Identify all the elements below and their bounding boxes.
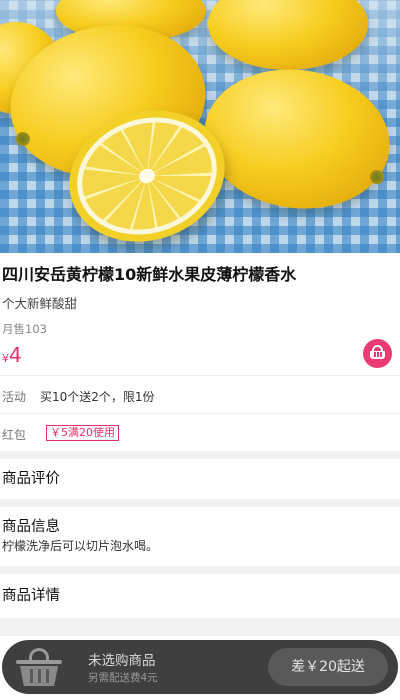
checkout-button[interactable]: 差￥20起送 [268,648,388,686]
basket-icon[interactable] [8,644,70,692]
reviews-section[interactable]: 商品评价 [0,459,400,499]
coupon-badge[interactable]: ￥5满20使用 [46,425,119,441]
info-section: 商品信息 柠檬洗净后可以切片泡水喝。 [0,507,400,566]
details-title: 商品详情 [2,588,60,604]
activity-text: 买10个送2个，限1份 [40,390,155,404]
redpacket-label: 红包 [2,428,27,442]
reviews-title: 商品评价 [2,471,60,487]
activity-label: 活动 [2,390,27,404]
product-subtitle: 个大新鲜酸甜 [2,296,78,311]
cart-bar[interactable]: 未选购商品 另需配送费4元 差￥20起送 [2,640,398,694]
monthly-sales: 月售103 [2,322,47,336]
product-price: ¥4 [2,343,22,367]
delivery-fee: 另需配送费4元 [88,672,158,684]
info-text: 柠檬洗净后可以切片泡水喝。 [2,539,159,553]
product-title: 四川安岳黄柠檬10新鲜水果皮薄柠檬香水 [2,265,297,284]
product-image [0,0,400,253]
price-row: ¥4 [0,337,400,375]
price-symbol: ¥ [2,352,9,365]
cart-status: 未选购商品 [88,653,156,669]
activity-row[interactable]: 活动 买10个送2个，限1份 [0,375,400,413]
info-title: 商品信息 [2,519,60,535]
price-value: 4 [9,343,22,367]
details-section[interactable]: 商品详情 [0,574,400,618]
product-info-card: 四川安岳黄柠檬10新鲜水果皮薄柠檬香水 个大新鲜酸甜 月售103 ¥4 活动 买… [0,253,400,451]
add-to-cart-button[interactable] [363,339,392,368]
product-detail-page: 四川安岳黄柠檬10新鲜水果皮薄柠檬香水 个大新鲜酸甜 月售103 ¥4 活动 买… [0,0,400,700]
redpacket-row[interactable]: 红包 ￥5满20使用 [0,413,400,451]
bottom-cart-bar: 未选购商品 另需配送费4元 差￥20起送 [0,636,400,700]
